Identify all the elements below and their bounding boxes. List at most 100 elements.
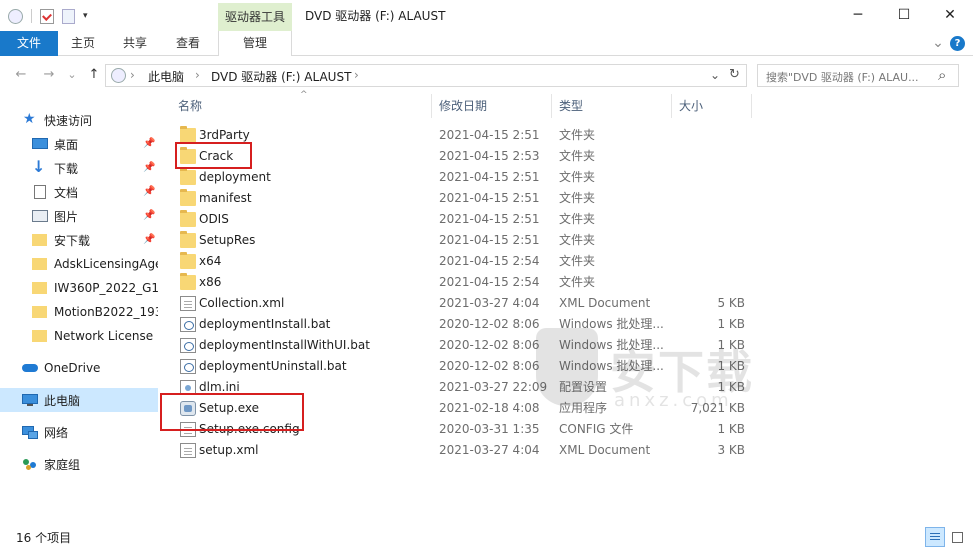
pin-icon: 📌 (143, 234, 156, 245)
nav-label: 下载 (54, 161, 79, 176)
column-header-date[interactable]: 修改日期 (421, 94, 541, 118)
address-dropdown-button[interactable]: ⌄ (710, 68, 720, 82)
nav-item-desktop[interactable]: 桌面 (32, 132, 158, 156)
breadcrumb-dvd-drive[interactable]: DVD 驱动器 (F:) ALAUST (211, 68, 351, 85)
nav-label: 家庭组 (44, 457, 81, 472)
close-button[interactable]: ✕ (927, 0, 973, 31)
table-row[interactable]: x64 2021-04-15 2:54 文件夹 (170, 251, 770, 272)
folder-icon (180, 231, 196, 248)
nav-item-adsklicensing[interactable]: AdskLicensingAge (32, 252, 158, 276)
file-type: XML Document (559, 296, 651, 310)
nav-label: 安下载 (54, 233, 91, 248)
column-header-name[interactable]: 名称 (160, 94, 428, 118)
folder-icon (32, 304, 48, 320)
file-date: 2020-12-02 8:06 (439, 317, 540, 331)
pin-icon: 📌 (143, 210, 156, 221)
vertical-scrollbar[interactable] (955, 94, 973, 518)
file-type: 文件夹 (559, 191, 596, 205)
nav-label: 文档 (54, 185, 79, 200)
nav-item-iw360p[interactable]: IW360P_2022_G1_ (32, 276, 158, 300)
large-icons-view-button[interactable] (947, 527, 967, 547)
table-row[interactable]: x86 2021-04-15 2:54 文件夹 (170, 272, 770, 293)
table-row[interactable]: Collection.xml 2021-03-27 4:04 XML Documen… (170, 293, 770, 314)
nav-item-documents[interactable]: 文档 (32, 180, 158, 204)
search-icon[interactable]: ⌕ (938, 66, 946, 84)
address-row: ← → ⌄ ↑ › 此电脑 › DVD 驱动器 (F:) ALAUST › ⌄ … (0, 56, 973, 94)
maximize-button[interactable]: ☐ (881, 0, 927, 31)
tab-view[interactable]: 查看 (163, 31, 213, 56)
batch-file-icon (180, 338, 196, 353)
file-type: 文件夹 (559, 170, 596, 184)
tab-manage[interactable]: 管理 (218, 31, 292, 56)
minimize-button[interactable]: ─ (835, 0, 881, 31)
file-size (654, 230, 745, 251)
large-icons-view-icon (952, 532, 963, 543)
desktop-icon (32, 136, 48, 152)
nav-label: 桌面 (54, 137, 79, 152)
file-type: 文件夹 (559, 128, 596, 142)
nav-item-network-license[interactable]: Network License M (32, 324, 158, 348)
pin-icon: 📌 (143, 186, 156, 197)
file-size (654, 188, 745, 209)
table-row[interactable]: 3rdParty 2021-04-15 2:51 文件夹 (170, 125, 770, 146)
column-header-type[interactable]: 类型 (541, 94, 656, 118)
refresh-button[interactable]: ↻ (729, 67, 740, 82)
nav-item-downloads[interactable]: ↓ 下载 (32, 156, 158, 180)
nav-item-motionb[interactable]: MotionB2022_193 (32, 300, 158, 324)
breadcrumb-this-pc[interactable]: 此电脑 (148, 68, 184, 85)
up-button[interactable]: ↑ (86, 65, 102, 85)
new-folder-icon[interactable] (62, 8, 75, 24)
table-row[interactable]: setup.xml 2021-03-27 4:04 XML Document 3 KB (170, 440, 770, 461)
collapse-ribbon-icon[interactable]: ⌄ (930, 31, 946, 56)
table-row[interactable]: deployment 2021-04-15 2:51 文件夹 (170, 167, 770, 188)
nav-this-pc[interactable]: 此电脑 (0, 388, 158, 412)
table-row[interactable]: SetupRes 2021-04-15 2:51 文件夹 (170, 230, 770, 251)
folder-icon (32, 280, 48, 296)
help-icon[interactable]: ? (950, 36, 965, 51)
documents-icon (32, 184, 48, 200)
nav-item-anxiazai[interactable]: 安下载 (32, 228, 158, 252)
customize-quick-access-icon[interactable]: ▾ (83, 11, 88, 21)
breadcrumb-separator: › (195, 68, 200, 82)
document-icon (180, 296, 196, 311)
file-name: setup.xml (199, 443, 259, 457)
tab-file[interactable]: 文件 (0, 31, 58, 56)
ribbon-tabs: 文件 主页 共享 查看 管理 ⌄ ? (0, 31, 973, 56)
pin-icon: 📌 (143, 162, 156, 173)
nav-homegroup[interactable]: 家庭组 (22, 452, 158, 476)
tab-home[interactable]: 主页 (58, 31, 108, 56)
file-size (654, 209, 745, 230)
details-view-button[interactable] (925, 527, 945, 547)
table-row[interactable]: manifest 2021-04-15 2:51 文件夹 (170, 188, 770, 209)
file-date: 2021-04-15 2:53 (439, 149, 540, 163)
nav-item-pictures[interactable]: 图片 (32, 204, 158, 228)
nav-quick-access[interactable]: ★ 快速访问 (22, 108, 158, 132)
forward-button[interactable]: → (40, 65, 58, 85)
search-box[interactable]: 搜索"DVD 驱动器 (F:) ALAU... ⌕ (757, 64, 959, 87)
file-type: 文件夹 (559, 275, 596, 289)
watermark: 安下载 anxz.com (536, 326, 761, 416)
nav-label: AdskLicensingAge (54, 257, 158, 271)
table-row[interactable]: ODIS 2021-04-15 2:51 文件夹 (170, 209, 770, 230)
nav-onedrive[interactable]: OneDrive (22, 356, 158, 380)
table-row[interactable]: Crack 2021-04-15 2:53 文件夹 (170, 146, 770, 167)
file-date: 2021-04-15 2:51 (439, 170, 540, 184)
breadcrumb-separator: › (354, 68, 359, 82)
tab-share[interactable]: 共享 (110, 31, 160, 56)
column-header-size[interactable]: 大小 (661, 94, 751, 118)
watermark-subtext: anxz.com (614, 390, 733, 411)
back-button[interactable]: ← (12, 65, 30, 85)
column-divider[interactable] (751, 94, 752, 118)
recent-locations-button[interactable]: ⌄ (65, 65, 79, 85)
file-name: x86 (199, 275, 222, 289)
window-title: DVD 驱动器 (F:) ALAUST (305, 9, 446, 23)
pictures-icon (32, 208, 48, 224)
folder-icon (32, 232, 48, 248)
address-bar[interactable]: › 此电脑 › DVD 驱动器 (F:) ALAUST › ⌄ ↻ (105, 64, 747, 87)
item-count: 16 个项目 (16, 531, 72, 545)
nav-network[interactable]: 网络 (22, 420, 158, 444)
quick-access-toolbar: ▾ (8, 6, 88, 26)
file-date: 2021-04-15 2:51 (439, 128, 540, 142)
properties-icon[interactable] (40, 8, 54, 24)
file-name: deployment (199, 170, 271, 184)
